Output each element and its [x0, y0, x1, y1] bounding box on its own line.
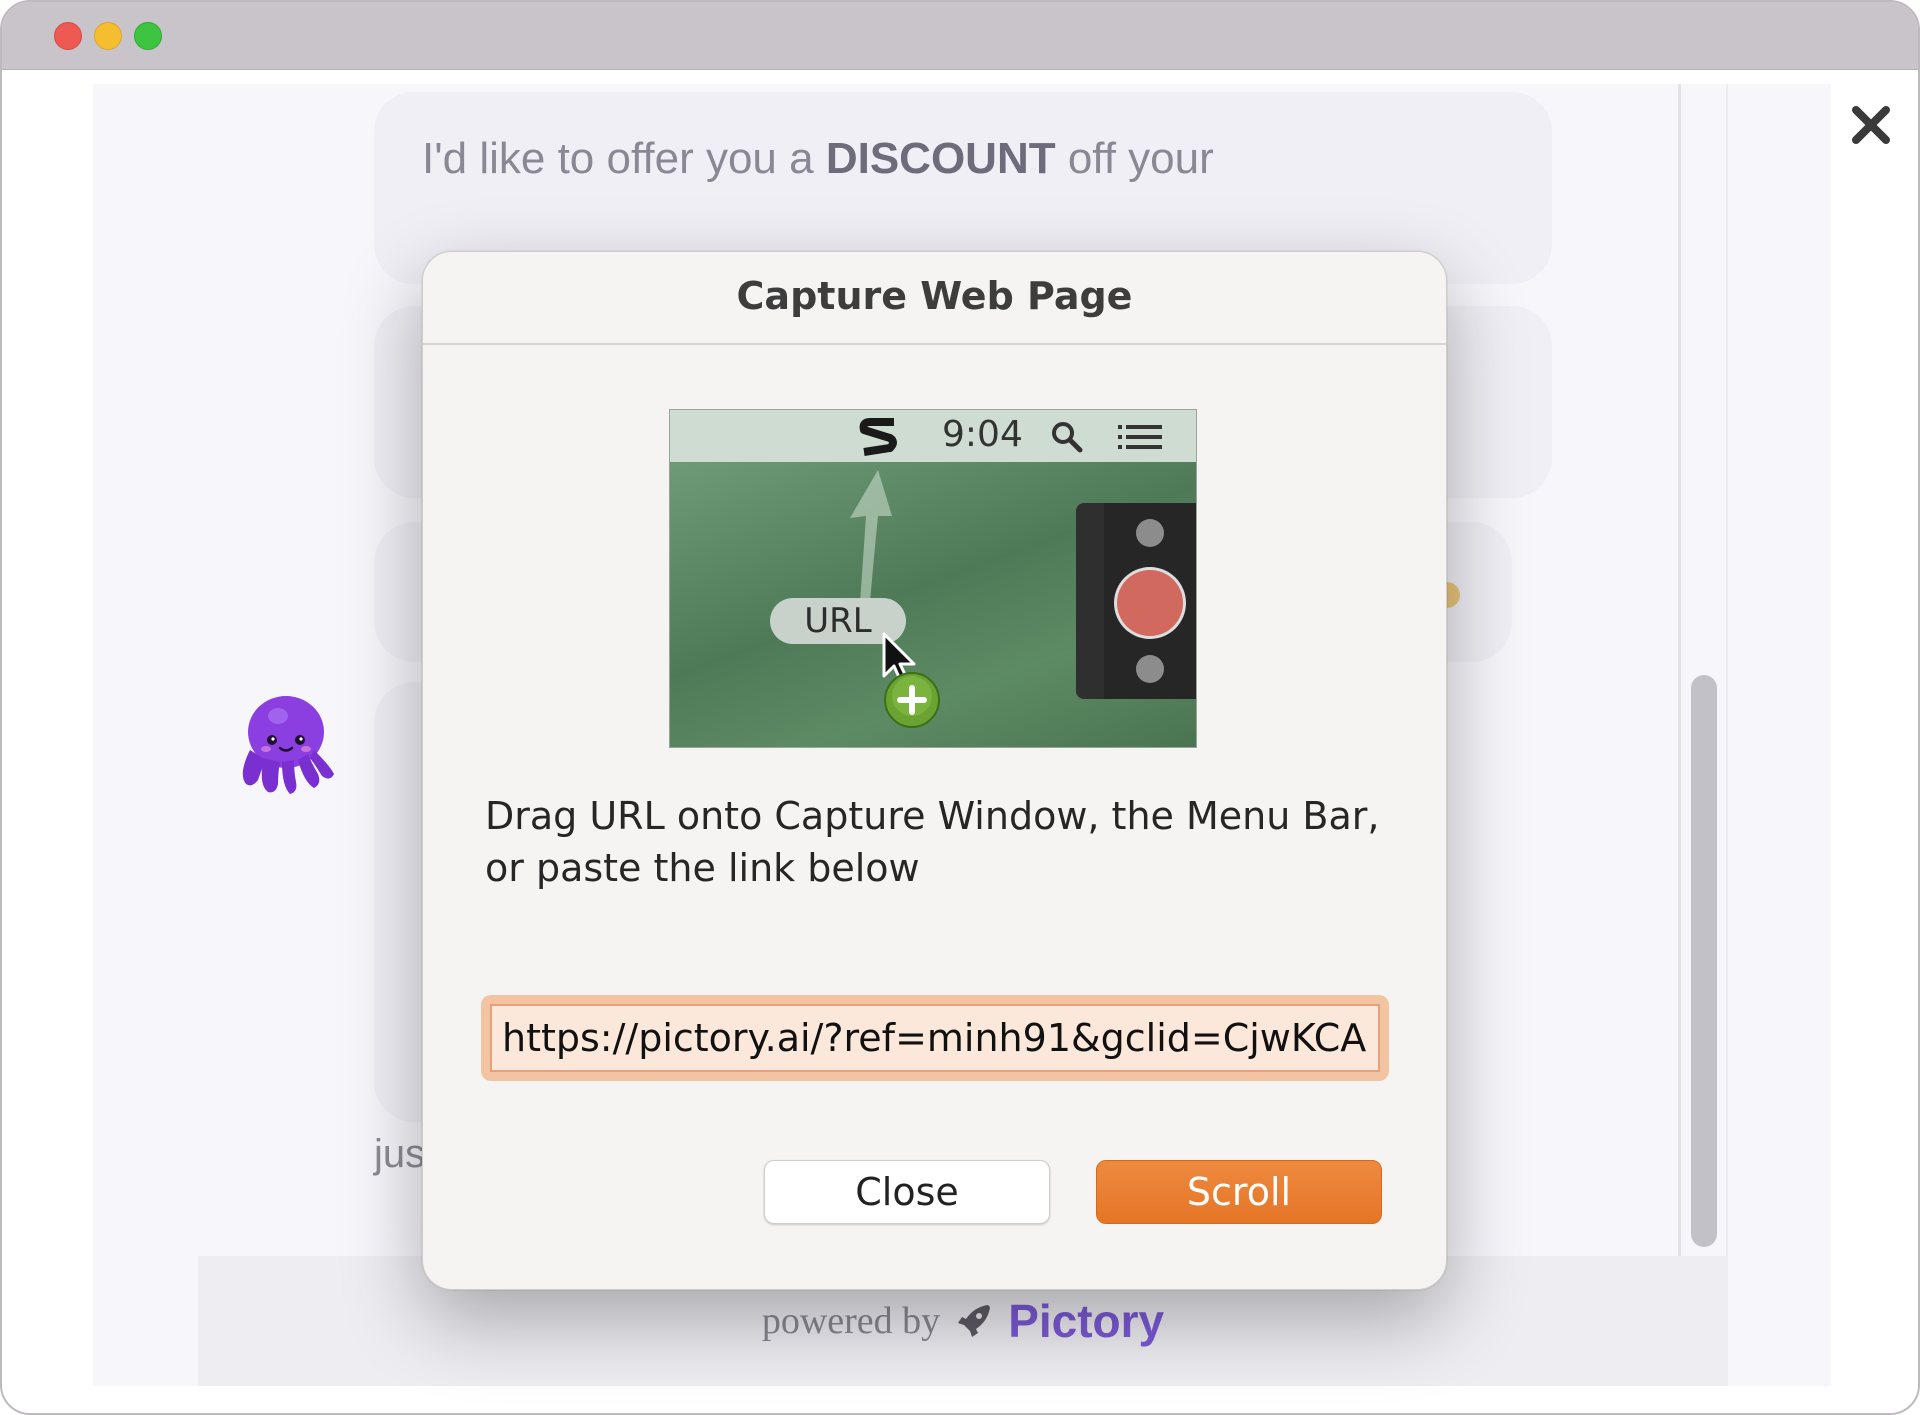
close-x-icon[interactable] [1848, 102, 1894, 148]
rocket-icon [958, 1305, 991, 1337]
divider [1726, 84, 1728, 1256]
powered-by-label: powered by [761, 1300, 941, 1342]
scrollbar-thumb[interactable] [1691, 675, 1717, 1247]
window-zoom-button[interactable] [134, 22, 162, 50]
app-window: I'd like to offer you a DISCOUNT off you… [0, 0, 1920, 1415]
page-content: I'd like to offer you a DISCOUNT off you… [2, 70, 1918, 1413]
title-bar [2, 2, 1918, 70]
url-field-focus-ring [481, 995, 1389, 1081]
chat-message-text: I'd like to offer you a DISCOUNT off you… [422, 134, 1214, 183]
list-icon [1118, 425, 1162, 449]
menubar-time: 9:04 [942, 414, 1023, 455]
illustration-menubar: 9:04 [670, 410, 1196, 462]
drag-url-illustration: 9:04 URL [669, 409, 1197, 748]
arrow-up-icon [850, 470, 892, 602]
divider [1678, 84, 1681, 1256]
record-icon [1104, 503, 1196, 699]
close-button[interactable]: Close [764, 1160, 1050, 1224]
scroll-button[interactable]: Scroll [1096, 1160, 1382, 1224]
dialog-title: Capture Web Page [736, 274, 1133, 318]
instructions-text: Drag URL onto Capture Window, the Menu B… [485, 794, 1380, 890]
capture-window-icon [1076, 503, 1196, 699]
dialog-header: Capture Web Page [423, 252, 1446, 345]
window-minimize-button[interactable] [94, 22, 122, 50]
url-input[interactable] [490, 1004, 1380, 1072]
partial-chat-text: jus [374, 1132, 426, 1176]
search-icon [1052, 422, 1083, 453]
window-close-button[interactable] [54, 22, 82, 50]
octopus-icon [242, 696, 334, 794]
brand-link[interactable]: Pictory [1008, 1294, 1164, 1348]
capture-web-page-dialog: Capture Web Page 9:04 URL Drag URL onto … [422, 251, 1447, 1290]
app-s-icon [859, 418, 897, 456]
add-plus-icon [884, 672, 940, 728]
